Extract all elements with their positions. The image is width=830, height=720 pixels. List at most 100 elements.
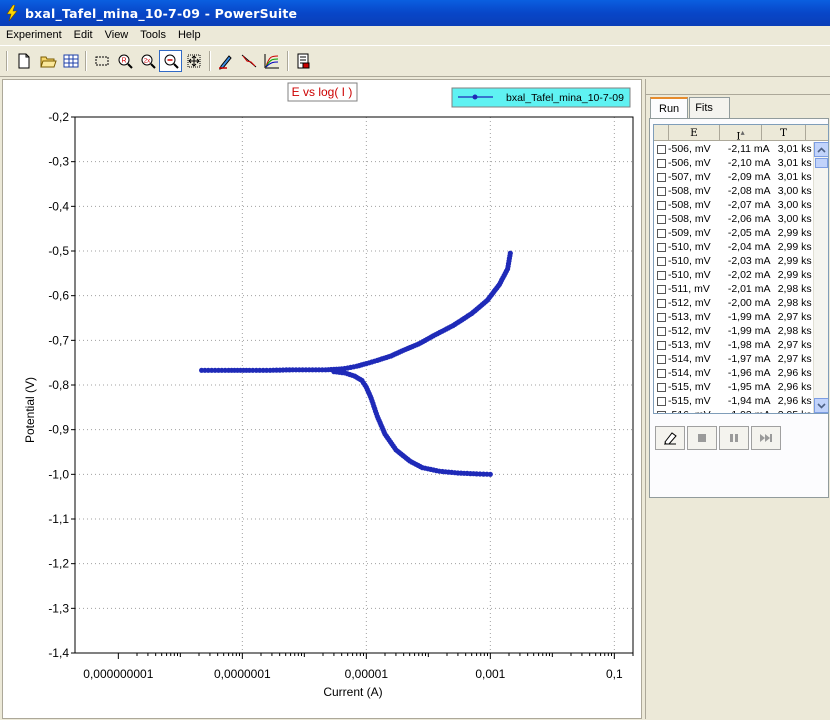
stop-button[interactable] [687, 426, 717, 450]
row-checkbox[interactable] [657, 144, 666, 154]
cell-time: 2,98 ks [777, 297, 812, 309]
grid-corner [654, 125, 669, 141]
table-row[interactable]: -512, mV -2,00 mA 2,98 ks [654, 296, 814, 310]
table-row[interactable]: -508, mV -2,06 mA 3,00 ks [654, 212, 814, 226]
row-checkbox[interactable] [657, 368, 666, 378]
table-button[interactable] [59, 50, 82, 72]
report-button[interactable] [291, 50, 314, 72]
eraser-button[interactable] [655, 426, 685, 450]
menu-edit[interactable]: Edit [68, 26, 99, 44]
column-header-e[interactable]: E [669, 125, 720, 141]
cell-current: -2,00 mA [727, 297, 771, 309]
table-row[interactable]: -514, mV -1,96 mA 2,96 ks [654, 366, 814, 380]
row-checkbox[interactable] [657, 242, 666, 252]
row-checkbox[interactable] [657, 270, 666, 280]
table-row[interactable]: -514, mV -1,97 mA 2,97 ks [654, 352, 814, 366]
zoom-in-button[interactable]: R [113, 50, 136, 72]
vertical-scrollbar[interactable] [813, 142, 828, 413]
zoom-out-button[interactable] [159, 50, 182, 72]
skip-forward-icon [760, 434, 772, 442]
cell-current: -1,98 mA [727, 339, 771, 351]
chevron-down-icon [817, 402, 826, 409]
menu-tools[interactable]: Tools [134, 26, 172, 44]
table-row[interactable]: -508, mV -2,08 mA 3,00 ks [654, 184, 814, 198]
row-checkbox[interactable] [657, 256, 666, 266]
cell-potential: -508, mV [668, 185, 711, 197]
menu-help[interactable]: Help [172, 26, 207, 44]
row-checkbox[interactable] [657, 200, 666, 210]
row-checkbox[interactable] [657, 158, 666, 168]
table-row[interactable]: -506, mV -2,11 mA 3,01 ks [654, 142, 814, 156]
table-row[interactable]: -516, mV-1,93 mA2,95 ks [654, 408, 814, 413]
zoom-2x-button[interactable]: 2x [136, 50, 159, 72]
column-header-i[interactable]: I▴ [720, 125, 762, 143]
skip-forward-button[interactable] [751, 426, 781, 450]
cell-current: -2,03 mA [727, 255, 771, 267]
table-row[interactable]: -511, mV -2,01 mA 2,98 ks [654, 282, 814, 296]
row-checkbox[interactable] [657, 172, 666, 182]
row-checkbox[interactable] [657, 326, 666, 336]
table-row[interactable]: -515, mV -1,94 mA 2,96 ks [654, 394, 814, 408]
cell-time: 2,96 ks [777, 381, 812, 393]
cell-time: 2,99 ks [777, 255, 812, 267]
row-checkbox[interactable] [657, 186, 666, 196]
column-header-t[interactable]: T [762, 125, 806, 141]
curve-overlay-button[interactable] [260, 50, 283, 72]
table-row[interactable]: -510, mV -2,04 mA 2,99 ks [654, 240, 814, 254]
row-checkbox[interactable] [657, 284, 666, 294]
scroll-up-button[interactable] [814, 142, 828, 157]
row-checkbox[interactable] [657, 214, 666, 224]
table-row[interactable]: -515, mV -1,95 mA 2,96 ks [654, 380, 814, 394]
cathodic-branch-line [333, 370, 491, 475]
new-document-button[interactable] [12, 50, 35, 72]
row-checkbox[interactable] [657, 340, 666, 350]
table-row[interactable]: -513, mV -1,99 mA 2,97 ks [654, 310, 814, 324]
table-row[interactable]: -506, mV -2,10 mA 3,01 ks [654, 156, 814, 170]
table-row[interactable]: -510, mV -2,02 mA 2,99 ks [654, 268, 814, 282]
table-row[interactable]: -512, mV -1,99 mA 2,98 ks [654, 324, 814, 338]
row-checkbox[interactable] [657, 228, 666, 238]
zoom-fit-icon [187, 54, 200, 68]
row-checkbox[interactable] [657, 312, 666, 322]
zoom-fit-button[interactable] [182, 50, 205, 72]
zoom-in-icon: R [118, 54, 133, 69]
legend-label: bxal_Tafel_mina_10-7-09 [506, 92, 624, 104]
curve-overlay-icon [264, 54, 279, 69]
table-row[interactable]: -508, mV -2,07 mA 3,00 ks [654, 198, 814, 212]
line-fit-button[interactable] [237, 50, 260, 72]
row-checkbox[interactable] [657, 298, 666, 308]
cell-time: 3,01 ks [777, 171, 812, 183]
cell-time: 2,97 ks [777, 353, 812, 365]
cell-time: 2,99 ks [777, 269, 812, 281]
cell-current: -2,08 mA [727, 185, 771, 197]
grid-header: E I▴ T [654, 125, 828, 143]
pen-button[interactable] [214, 50, 237, 72]
row-checkbox[interactable] [657, 396, 666, 406]
menu-experiment[interactable]: Experiment [0, 26, 68, 44]
cell-time: 3,00 ks [777, 199, 812, 211]
tab-run[interactable]: Run [650, 97, 689, 119]
scroll-thumb[interactable] [815, 158, 828, 168]
chart-panel[interactable]: -0,2 -0,3 -0,4 -0,5 -0,6 -0,7 -0,8 -0,9 -1,0 -1,1… [2, 79, 642, 719]
open-button[interactable] [36, 50, 59, 72]
table-row[interactable]: -513, mV -1,98 mA 2,97 ks [654, 338, 814, 352]
table-row[interactable]: -507, mV -2,09 mA 3,01 ks [654, 170, 814, 184]
row-checkbox[interactable] [657, 354, 666, 364]
cell-current: -2,11 mA [727, 143, 770, 155]
lightning-bolt-icon [6, 5, 18, 21]
cell-current: -2,09 mA [727, 171, 771, 183]
menu-view[interactable]: View [99, 26, 135, 44]
table-row[interactable]: -509, mV -2,05 mA 2,99 ks [654, 226, 814, 240]
table-row[interactable]: -510, mV -2,03 mA 2,99 ks [654, 254, 814, 268]
row-checkbox[interactable] [657, 382, 666, 392]
cell-time: 2,96 ks [777, 367, 812, 379]
tab-fits[interactable]: Fits [689, 97, 730, 118]
cell-time: 2,98 ks [777, 283, 812, 295]
y-tick-label: -0,7 [48, 333, 69, 347]
svg-text:R: R [121, 58, 126, 65]
select-rectangle-button[interactable] [90, 50, 113, 72]
pause-button[interactable] [719, 426, 749, 450]
scroll-down-button[interactable] [814, 398, 828, 413]
row-checkbox[interactable] [657, 410, 666, 413]
data-grid[interactable]: E I▴ T -506, mV -2,11 mA 3,01 ks -506, mV -2… [653, 124, 829, 414]
